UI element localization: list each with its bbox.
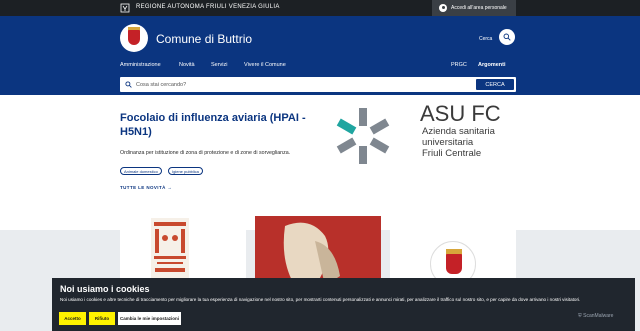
login-button-label: Accedi all'area personale (451, 5, 507, 11)
nav-item-vivere-il-comune[interactable]: Vivere il Comune (244, 62, 286, 68)
search-icon (503, 33, 511, 41)
user-icon (439, 4, 447, 12)
shield-icon: ⛨ (578, 313, 582, 319)
search-input[interactable] (136, 79, 436, 90)
asu-line-2: universitaria (422, 137, 474, 148)
crest-shield (446, 254, 462, 274)
nav-item-servizi[interactable]: Servizi (211, 62, 228, 68)
all-news-label: TUTTE LE NOVITÀ (120, 185, 166, 190)
cookie-accept-button[interactable]: Accetto (59, 312, 86, 325)
scanmalware-label: ScanMalware (583, 313, 614, 319)
login-button[interactable]: Accedi all'area personale (432, 0, 516, 16)
region-name-link[interactable]: REGIONE AUTONOMA FRIULI VENEZIA GIULIA (136, 4, 280, 10)
cookie-reject-button[interactable]: Rifiuto (89, 312, 115, 325)
cookie-title: Noi usiamo i cookies (60, 284, 150, 294)
scanmalware-badge[interactable]: ⛨ ScanMalware (578, 313, 613, 319)
cookie-text: Noi usiamo i cookies e altre tecniche di… (60, 297, 581, 302)
asu-fc-heading: ASU FC (420, 101, 501, 126)
search-icon (125, 81, 132, 88)
embroidery-image (151, 218, 189, 286)
cookie-banner: Noi usiamo i cookies Noi usiamo i cookie… (52, 278, 635, 331)
news-title[interactable]: Focolaio di influenza aviaria (HPAI - H5… (120, 111, 310, 139)
news-description: Ordinanza per istituzione di zona di pro… (120, 150, 291, 156)
asu-line-1: Azienda sanitaria (422, 126, 495, 137)
nav-item-novita[interactable]: Novità (179, 62, 195, 68)
cookie-settings-button[interactable]: Cambia le mie impostazioni (118, 312, 181, 325)
top-bar: REGIONE AUTONOMA FRIULI VENEZIA GIULIA A… (0, 0, 640, 16)
nav-item-amministrazione[interactable]: Amministrazione (120, 62, 161, 68)
tag-animale-domestico[interactable]: Animale domestico (120, 167, 162, 175)
asu-line-3: Friuli Centrale (422, 148, 482, 159)
all-news-link[interactable]: TUTTE LE NOVITÀ → (120, 185, 172, 190)
search-button[interactable] (499, 29, 515, 45)
tag-igiene-pubblica[interactable]: Igiene pubblica (168, 167, 203, 175)
arrow-right-icon: → (167, 185, 173, 190)
municipality-crest-logo[interactable] (120, 24, 148, 52)
search-bar: CERCA (120, 77, 516, 92)
region-eagle-logo[interactable] (120, 3, 130, 13)
nav-item-argomenti[interactable]: Argomenti (478, 62, 506, 68)
artwork-image (255, 216, 381, 286)
site-header: Comune di Buttrio Cerca Amministrazione … (0, 16, 640, 95)
crest-shield (128, 30, 140, 45)
site-title[interactable]: Comune di Buttrio (156, 32, 252, 46)
search-submit-button[interactable]: CERCA (476, 79, 514, 90)
nav-item-prgc[interactable]: PRGC (451, 62, 467, 68)
search-label[interactable]: Cerca (479, 36, 492, 42)
